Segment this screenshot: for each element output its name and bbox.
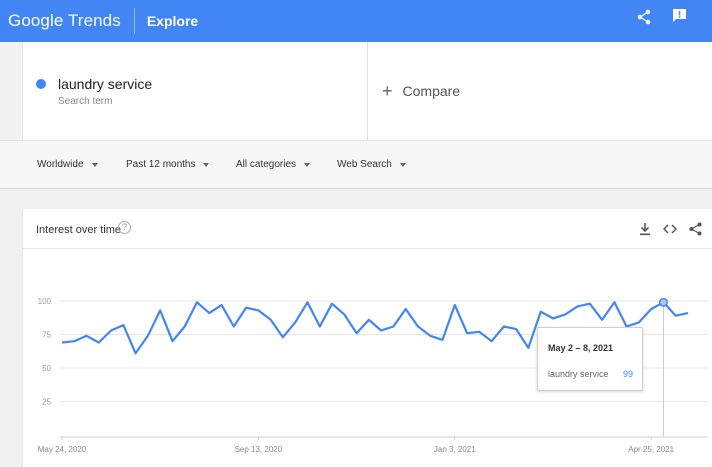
location-dropdown[interactable]: Worldwide [37,159,98,170]
search-term-card[interactable]: laundry service Search term [22,42,368,140]
page-title: Explore [146,13,199,29]
tooltip-date: May 2 – 8, 2021 [548,343,614,353]
chevron-down-icon [304,162,311,167]
x-tick-label: Apr 25, 2021 [628,445,674,454]
y-tick-label: 75 [42,331,51,340]
google-trends-logo[interactable]: Google Trends [8,11,121,31]
chevron-down-icon [91,162,98,167]
top-app-bar: Google Trends Explore [0,0,712,42]
compare-button[interactable]: + Compare [382,81,461,101]
y-tick-label: 25 [42,398,51,407]
x-tick-label: May 24, 2020 [38,445,87,454]
header-actions [637,9,686,25]
y-tick-label: 100 [38,297,52,306]
tooltip-series-name: laundry service [548,369,609,379]
header-divider [133,8,135,34]
chevron-down-icon [203,162,210,167]
category-dropdown[interactable]: All categories [236,159,311,170]
highlight-data-point [658,297,668,307]
logo-google-text: Google [8,11,64,30]
category-value: All categories [236,159,297,170]
chart-tooltip: May 2 – 8, 2021 laundry service 99 [537,327,643,391]
x-tick-label: Jan 3, 2021 [434,445,476,454]
compare-label: Compare [402,83,461,99]
interest-over-time-card: Interest over time ? 25 50 75 100 May 24, 20… [23,209,712,467]
search-term-row: laundry service Search term + Compare [22,42,712,140]
tooltip-value: 99 [622,369,633,379]
logo-trends-text: Trends [67,11,121,30]
location-value: Worldwide [37,159,84,170]
share-icon[interactable] [637,9,651,25]
chevron-down-icon [399,162,406,167]
time-range-dropdown[interactable]: Past 12 months [126,159,210,170]
filter-bar: Worldwide Past 12 months All categories … [0,140,712,189]
time-range-value: Past 12 months [126,159,196,170]
series-color-dot [36,79,46,89]
search-term-sublabel: Search term [58,96,113,107]
search-property-dropdown[interactable]: Web Search [337,159,406,170]
y-tick-label: 50 [42,364,51,373]
plus-icon: + [382,81,393,101]
feedback-icon[interactable] [673,9,686,25]
x-tick-label: Sep 13, 2020 [235,445,283,454]
search-property-value: Web Search [337,159,392,170]
search-term[interactable]: laundry service [58,76,152,92]
